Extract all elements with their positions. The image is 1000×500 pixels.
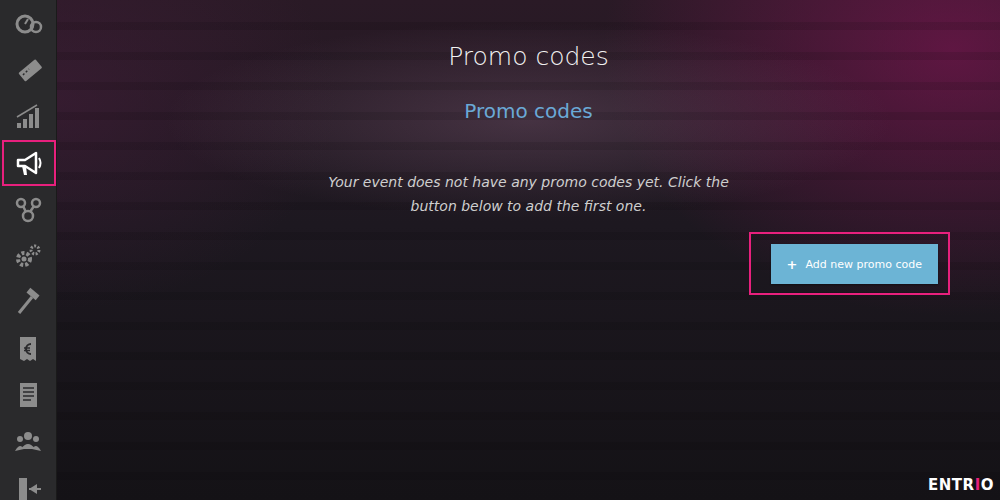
sidebar-item[interactable] <box>0 465 56 500</box>
button-label: Add new promo code <box>806 258 923 271</box>
sidebar-item[interactable] <box>0 93 56 140</box>
add-promo-code-button[interactable]: + Add new promo code <box>771 244 938 284</box>
empty-message: Your event does not have any promo codes… <box>309 170 749 218</box>
entrio-logo: ENTRIO <box>928 476 994 494</box>
sidebar <box>0 0 57 500</box>
logo-part: O <box>981 476 994 494</box>
settings-icon <box>13 241 43 271</box>
sidebar-item[interactable] <box>0 419 56 466</box>
button-row: + Add new promo code <box>57 232 1000 295</box>
sidebar-item[interactable] <box>0 279 56 326</box>
sidebar-item[interactable] <box>0 186 56 233</box>
invoice-icon <box>13 334 43 364</box>
share-icon <box>13 194 43 224</box>
sidebar-item[interactable] <box>0 47 56 94</box>
document-icon <box>13 380 43 410</box>
stats-icon <box>13 101 43 131</box>
section-title: Promo codes <box>464 96 592 126</box>
logo-part: I <box>975 476 981 494</box>
sidebar-item[interactable] <box>0 233 56 280</box>
megaphone-icon <box>14 148 44 178</box>
logo-part: ENTR <box>928 476 975 494</box>
sidebar-item[interactable] <box>2 140 56 187</box>
dashboard-icon <box>13 8 43 38</box>
plus-icon: + <box>787 257 798 272</box>
main-panel: Promo codes Promo codes Your event does no… <box>57 0 1000 500</box>
exit-icon <box>13 473 43 500</box>
sidebar-item[interactable] <box>0 372 56 419</box>
content: Promo codes Promo codes Your event does no… <box>57 0 1000 295</box>
sidebar-item[interactable] <box>0 326 56 373</box>
hammer-icon <box>13 287 43 317</box>
sidebar-item[interactable] <box>0 0 56 47</box>
highlight-box: + Add new promo code <box>749 232 950 295</box>
ticket-icon <box>13 55 43 85</box>
page-title: Promo codes <box>448 40 609 74</box>
users-icon <box>13 427 43 457</box>
